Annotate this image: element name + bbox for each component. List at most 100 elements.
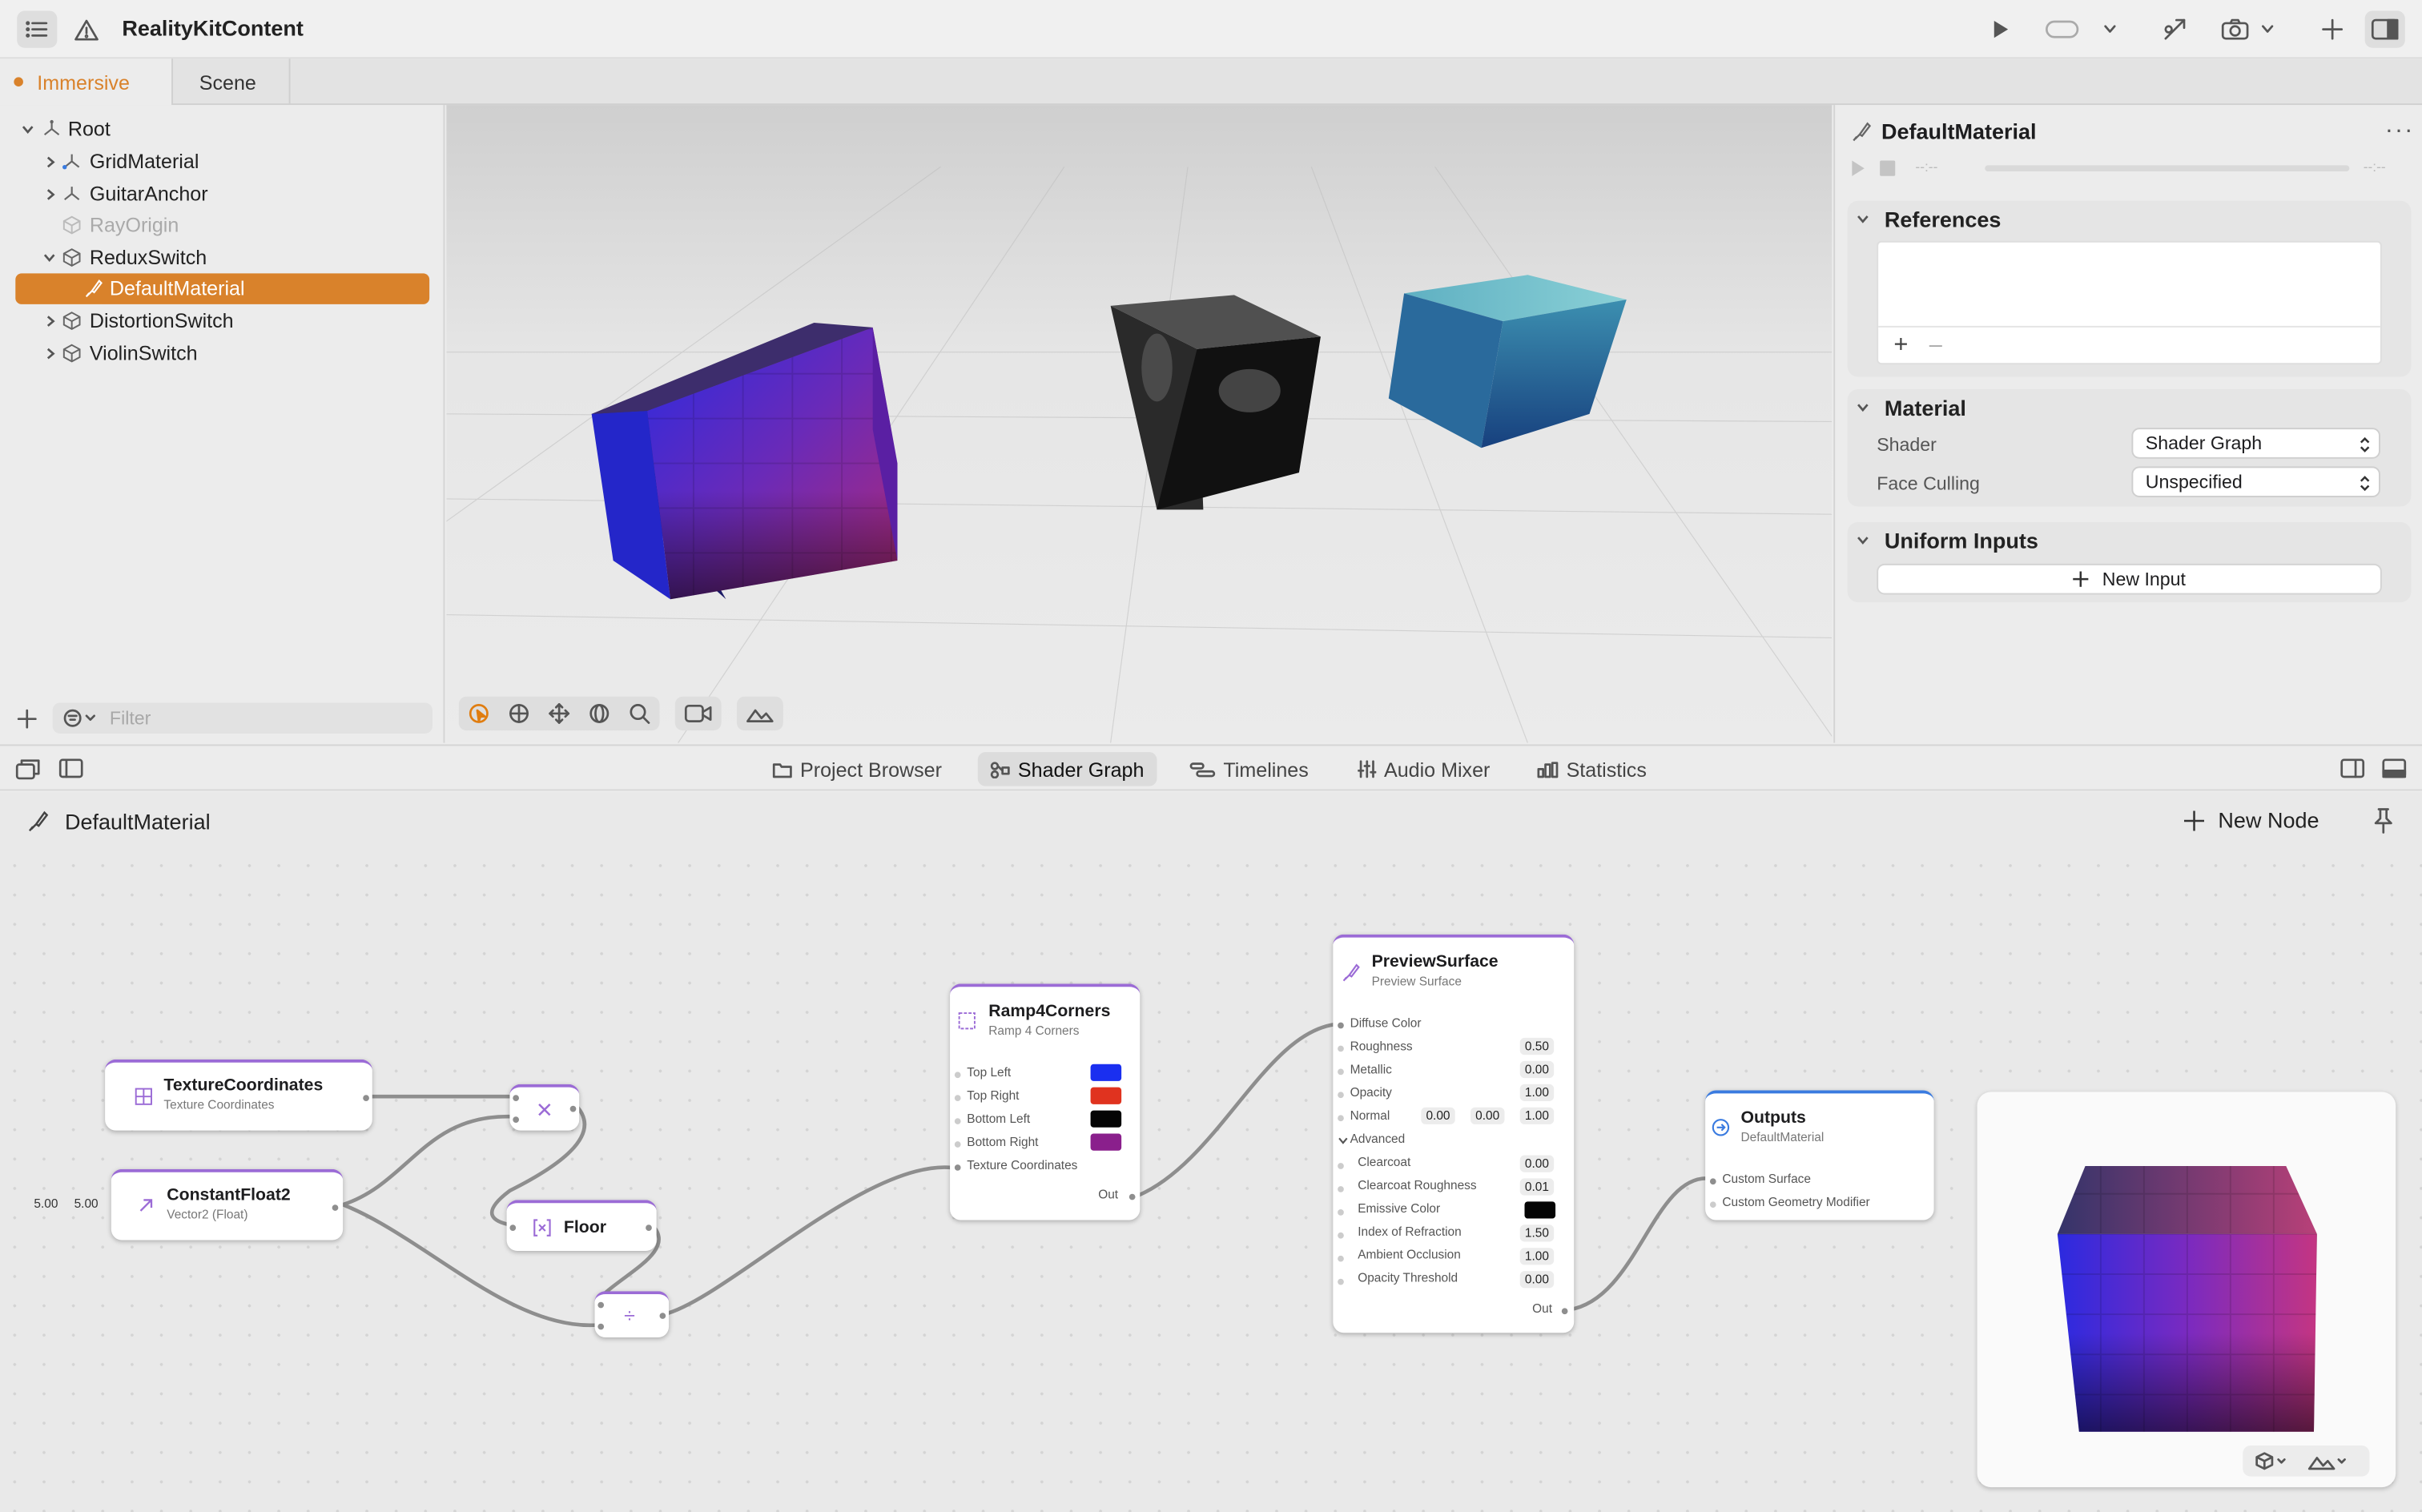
input-port[interactable] bbox=[1338, 1068, 1344, 1076]
input-port[interactable] bbox=[1338, 1278, 1344, 1285]
sidebar-icon[interactable] bbox=[58, 758, 83, 778]
camera-view-icon[interactable] bbox=[675, 697, 722, 730]
environment-icon[interactable] bbox=[737, 697, 783, 730]
tab-project-browser[interactable]: Project Browser bbox=[760, 752, 955, 786]
tree-item-guitaranchor[interactable]: GuitarAnchor bbox=[15, 179, 429, 211]
tree-item-root[interactable]: Root bbox=[15, 115, 429, 146]
node-ramp4corners[interactable]: Ramp4Corners Ramp 4 Corners Top Left Top… bbox=[950, 983, 1141, 1220]
roughness-value[interactable]: 0.50 bbox=[1519, 1037, 1555, 1056]
input-port[interactable] bbox=[509, 1224, 517, 1231]
transform-icon[interactable] bbox=[2156, 10, 2193, 47]
input-port[interactable] bbox=[1338, 1115, 1344, 1122]
input-port[interactable] bbox=[1338, 1255, 1344, 1262]
node-constant-float2[interactable]: ConstantFloat2 Vector2 (Float) bbox=[111, 1168, 344, 1241]
output-port[interactable] bbox=[569, 1105, 577, 1112]
right-panel-icon[interactable] bbox=[2340, 758, 2365, 778]
tab-statistics[interactable]: Statistics bbox=[1524, 752, 1659, 786]
play-icon[interactable] bbox=[1850, 159, 1865, 178]
input-port[interactable] bbox=[597, 1323, 605, 1330]
top-left-color-swatch[interactable] bbox=[1090, 1064, 1122, 1081]
select-tool-icon[interactable] bbox=[459, 697, 499, 730]
camera-icon[interactable] bbox=[2218, 10, 2251, 47]
filter-icon[interactable] bbox=[63, 709, 97, 727]
ior-value[interactable]: 1.50 bbox=[1519, 1224, 1555, 1242]
output-port[interactable] bbox=[1561, 1308, 1568, 1315]
zoom-tool-icon[interactable] bbox=[619, 697, 659, 730]
output-port[interactable] bbox=[646, 1224, 652, 1231]
warning-icon[interactable] bbox=[71, 10, 103, 47]
emissive-color-swatch[interactable] bbox=[1524, 1201, 1556, 1219]
opacity-threshold-value[interactable]: 0.00 bbox=[1519, 1271, 1555, 1289]
camera-menu-chevron-icon[interactable] bbox=[2255, 10, 2280, 47]
input-port[interactable] bbox=[1338, 1186, 1344, 1192]
input-port[interactable] bbox=[513, 1095, 519, 1101]
preview-shape-icon[interactable] bbox=[2255, 1452, 2289, 1470]
clearcoat-value[interactable]: 0.00 bbox=[1519, 1155, 1555, 1172]
output-port[interactable] bbox=[659, 1313, 666, 1319]
input-port[interactable] bbox=[954, 1072, 961, 1079]
rotate-tool-icon[interactable] bbox=[579, 697, 619, 730]
tab-audio-mixer[interactable]: Audio Mixer bbox=[1346, 752, 1503, 786]
normal-z-value[interactable]: 1.00 bbox=[1519, 1107, 1555, 1124]
tree-item-distortionswitch[interactable]: DistortionSwitch bbox=[15, 306, 429, 337]
top-right-color-swatch[interactable] bbox=[1090, 1087, 1122, 1104]
new-input-button[interactable]: New Input bbox=[1877, 563, 2382, 595]
references-header[interactable]: References bbox=[1855, 207, 2001, 231]
bottom-right-color-swatch[interactable] bbox=[1090, 1133, 1122, 1151]
node-outputs[interactable]: Outputs DefaultMaterial Custom Surface C… bbox=[1705, 1090, 1934, 1220]
pin-icon[interactable] bbox=[2372, 808, 2394, 834]
input-port[interactable] bbox=[954, 1141, 961, 1148]
vision-pro-icon[interactable] bbox=[2042, 10, 2082, 47]
input-port[interactable] bbox=[1709, 1201, 1716, 1208]
preview-environment-icon[interactable] bbox=[2307, 1452, 2348, 1470]
bottom-panel-icon[interactable] bbox=[2382, 758, 2407, 778]
layout-icon[interactable] bbox=[15, 758, 40, 780]
tree-item-rayorigin[interactable]: RayOrigin bbox=[15, 210, 429, 241]
input-port[interactable] bbox=[954, 1095, 961, 1101]
input-port[interactable] bbox=[1338, 1045, 1344, 1052]
ambient-occlusion-value[interactable]: 1.00 bbox=[1519, 1248, 1555, 1265]
constant-x-value[interactable]: 5.00 bbox=[34, 1197, 58, 1211]
material-header[interactable]: Material bbox=[1855, 396, 1966, 420]
input-port[interactable] bbox=[1338, 1208, 1344, 1216]
node-multiply[interactable] bbox=[509, 1084, 580, 1131]
input-port[interactable] bbox=[1338, 1092, 1344, 1099]
node-texture-coordinates[interactable]: TextureCoordinates Texture Coordinates bbox=[105, 1059, 372, 1131]
advanced-disclosure[interactable]: Advanced bbox=[1350, 1132, 1406, 1146]
tree-item-defaultmaterial[interactable]: DefaultMaterial bbox=[15, 273, 430, 304]
ramp-cube[interactable] bbox=[591, 323, 898, 600]
input-port[interactable] bbox=[513, 1116, 519, 1123]
uniform-inputs-header[interactable]: Uniform Inputs bbox=[1855, 529, 2038, 553]
input-port[interactable] bbox=[954, 1118, 961, 1124]
sidebar-toggle-icon[interactable] bbox=[17, 10, 58, 48]
orbit-tool-icon[interactable] bbox=[499, 697, 539, 730]
tree-item-violinswitch[interactable]: ViolinSwitch bbox=[15, 338, 429, 369]
more-icon[interactable]: ··· bbox=[2385, 118, 2415, 146]
chevron-down-icon[interactable] bbox=[2098, 10, 2122, 47]
input-port[interactable] bbox=[1338, 1163, 1344, 1169]
normal-x-value[interactable]: 0.00 bbox=[1421, 1107, 1455, 1124]
metallic-value[interactable]: 0.00 bbox=[1519, 1060, 1555, 1079]
gradient-cube[interactable] bbox=[1388, 275, 1627, 448]
input-port[interactable] bbox=[1338, 1232, 1344, 1239]
opacity-value[interactable]: 1.00 bbox=[1519, 1084, 1555, 1101]
tree-item-gridmaterial[interactable]: GridMaterial bbox=[15, 147, 429, 178]
input-port[interactable] bbox=[1338, 1022, 1344, 1029]
chevron-down-icon[interactable] bbox=[1338, 1135, 1349, 1145]
tab-timelines[interactable]: Timelines bbox=[1177, 752, 1322, 786]
filter-field[interactable]: Filter bbox=[52, 702, 432, 734]
node-preview-surface[interactable]: PreviewSurface Preview Surface Diffuse C… bbox=[1333, 934, 1575, 1333]
shader-popup[interactable]: Shader Graph bbox=[2131, 428, 2380, 459]
metal-cube[interactable] bbox=[1110, 295, 1321, 510]
shader-graph-canvas[interactable]: 5.00 5.00 TextureCoordinates Texture Coo… bbox=[0, 850, 2422, 1512]
input-port[interactable] bbox=[597, 1301, 605, 1309]
tab-shader-graph[interactable]: Shader Graph bbox=[977, 752, 1157, 786]
material-preview[interactable] bbox=[1977, 1092, 2396, 1488]
clearcoat-roughness-value[interactable]: 0.01 bbox=[1519, 1178, 1555, 1196]
input-port[interactable] bbox=[1709, 1178, 1716, 1185]
new-node-button[interactable]: New Node bbox=[2183, 808, 2319, 832]
remove-reference-button[interactable]: – bbox=[1929, 332, 1942, 359]
output-port[interactable] bbox=[363, 1095, 369, 1101]
normal-y-value[interactable]: 0.00 bbox=[1470, 1107, 1505, 1124]
tab-immersive[interactable]: Immersive bbox=[0, 58, 173, 106]
